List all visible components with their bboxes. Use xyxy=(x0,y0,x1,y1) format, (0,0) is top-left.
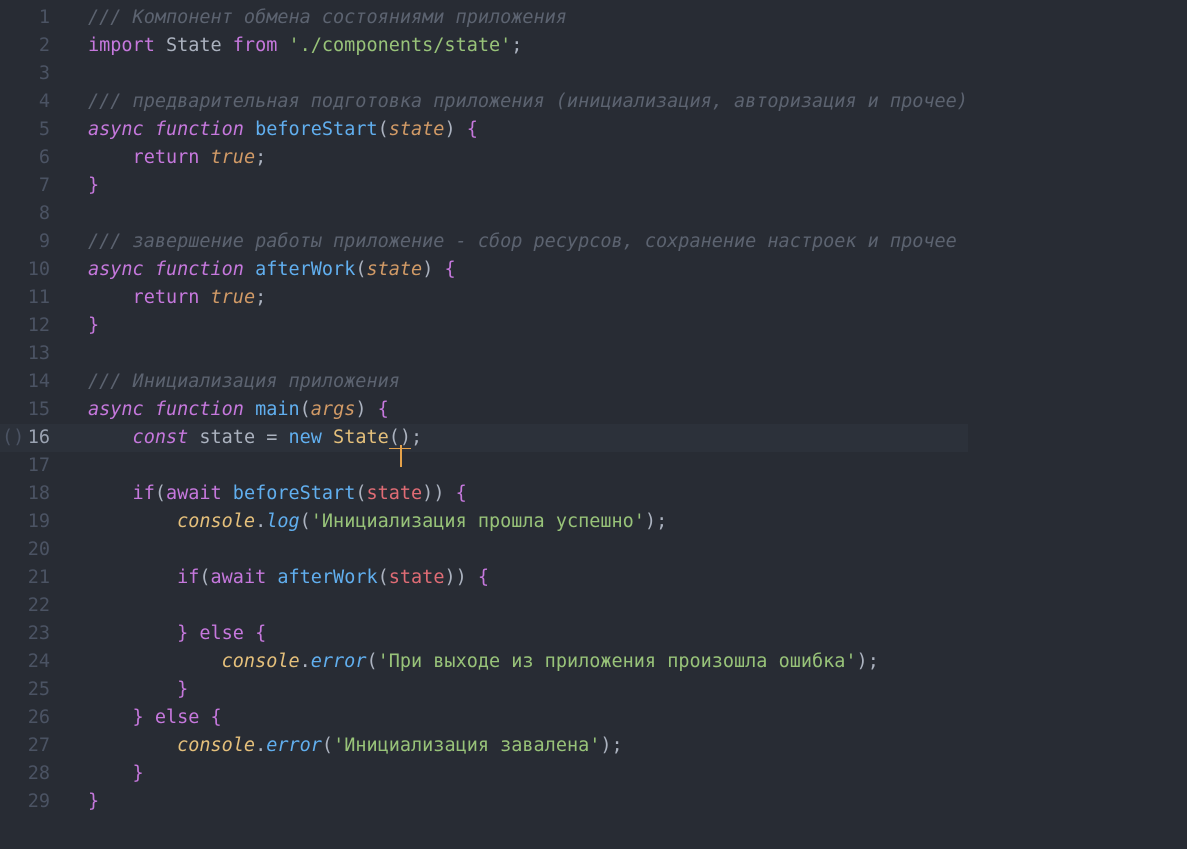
line-number: 19 xyxy=(0,508,70,536)
line-number: 27 xyxy=(0,732,70,760)
line-number: 18 xyxy=(0,480,70,508)
line-number: 2 xyxy=(0,32,70,60)
code-line[interactable]: } xyxy=(70,760,968,788)
line-number: 5 xyxy=(0,116,70,144)
code-line[interactable]: console.log('Инициализация прошла успешн… xyxy=(70,508,968,536)
code-line[interactable]: } else { xyxy=(70,704,968,732)
code-line[interactable] xyxy=(70,536,968,564)
code-line[interactable]: return true; xyxy=(70,284,968,312)
code-line[interactable] xyxy=(70,60,968,88)
line-number: 1 xyxy=(0,4,70,32)
line-number: 11 xyxy=(0,284,70,312)
line-number: 25 xyxy=(0,676,70,704)
line-number: 23 xyxy=(0,620,70,648)
bracket-match-open: ( xyxy=(389,427,400,449)
line-number: 21 xyxy=(0,564,70,592)
code-editor[interactable]: 1 2 3 4 5 6 7 8 9 10 11 12 13 14 15 ()16… xyxy=(0,0,1187,816)
line-number: 29 xyxy=(0,788,70,816)
bracket-match-icon: () xyxy=(2,424,24,452)
code-line[interactable]: } xyxy=(70,788,968,816)
line-number: 26 xyxy=(0,704,70,732)
code-line[interactable]: async function main(args) { xyxy=(70,396,968,424)
code-line-current[interactable]: const state = new State(); xyxy=(70,424,968,452)
code-line[interactable]: } xyxy=(70,172,968,200)
code-line[interactable]: /// предварительная подготовка приложени… xyxy=(70,88,968,116)
line-number: 15 xyxy=(0,396,70,424)
code-line[interactable]: return true; xyxy=(70,144,968,172)
code-line[interactable]: } xyxy=(70,312,968,340)
code-line[interactable]: /// Компонент обмена состояниями приложе… xyxy=(70,4,968,32)
line-number: 3 xyxy=(0,60,70,88)
line-number: 7 xyxy=(0,172,70,200)
line-number: 8 xyxy=(0,200,70,228)
code-line[interactable] xyxy=(70,340,968,368)
line-number-current: ()16 xyxy=(0,424,70,452)
code-line[interactable]: } else { xyxy=(70,620,968,648)
code-area[interactable]: /// Компонент обмена состояниями приложе… xyxy=(70,4,968,816)
line-number: 4 xyxy=(0,88,70,116)
code-line[interactable]: if(await afterWork(state)) { xyxy=(70,564,968,592)
line-number: 20 xyxy=(0,536,70,564)
line-number-gutter: 1 2 3 4 5 6 7 8 9 10 11 12 13 14 15 ()16… xyxy=(0,4,70,816)
code-line[interactable]: /// завершение работы приложение - сбор … xyxy=(70,228,968,256)
line-number: 10 xyxy=(0,256,70,284)
code-line[interactable]: console.error('Инициализация завалена'); xyxy=(70,732,968,760)
code-line[interactable]: async function afterWork(state) { xyxy=(70,256,968,284)
code-line[interactable]: if(await beforeStart(state)) { xyxy=(70,480,968,508)
line-number: 17 xyxy=(0,452,70,480)
code-line[interactable]: async function beforeStart(state) { xyxy=(70,116,968,144)
code-line[interactable] xyxy=(70,200,968,228)
code-line[interactable]: import State from './components/state'; xyxy=(70,32,968,60)
line-number: 12 xyxy=(0,312,70,340)
code-line[interactable]: } xyxy=(70,676,968,704)
line-number: 24 xyxy=(0,648,70,676)
code-line[interactable] xyxy=(70,592,968,620)
line-number: 28 xyxy=(0,760,70,788)
code-line[interactable] xyxy=(70,452,968,480)
code-line[interactable]: console.error('При выходе из приложения … xyxy=(70,648,968,676)
line-number: 9 xyxy=(0,228,70,256)
line-number: 13 xyxy=(0,340,70,368)
line-number: 6 xyxy=(0,144,70,172)
code-line[interactable]: /// Инициализация приложения xyxy=(70,368,968,396)
line-number: 22 xyxy=(0,592,70,620)
line-number: 14 xyxy=(0,368,70,396)
